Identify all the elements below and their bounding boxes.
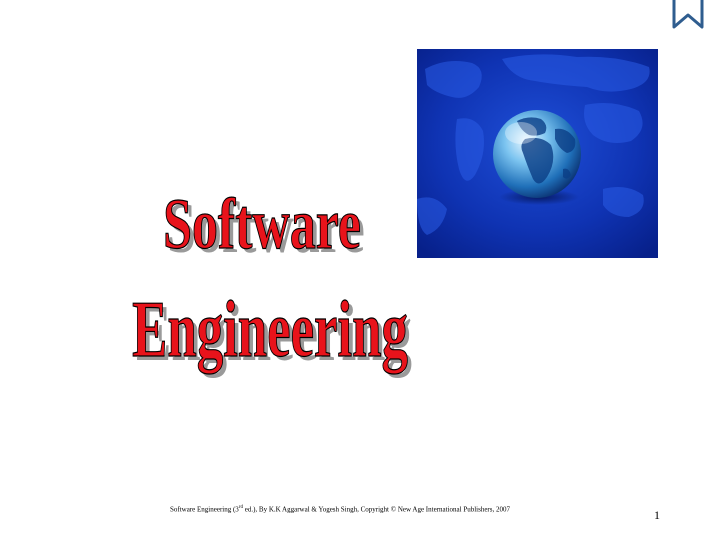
footer-credit-prefix: Software Engineering (3 — [169, 505, 239, 514]
title-line2: Engineering — [132, 285, 408, 374]
bookmark-icon[interactable] — [671, 0, 705, 30]
title-line1: Software — [163, 184, 361, 264]
slide-number: 1 — [654, 508, 660, 522]
footer-credit-suffix: ed.), By K.K Aggarwal & Yogesh Singh, Co… — [242, 505, 510, 514]
slide-title-art: Software Software Engineering Engineerin… — [132, 183, 412, 377]
globe-image — [417, 49, 658, 258]
footer-credit: Software Engineering (3rd ed.), By K.K A… — [0, 505, 680, 513]
